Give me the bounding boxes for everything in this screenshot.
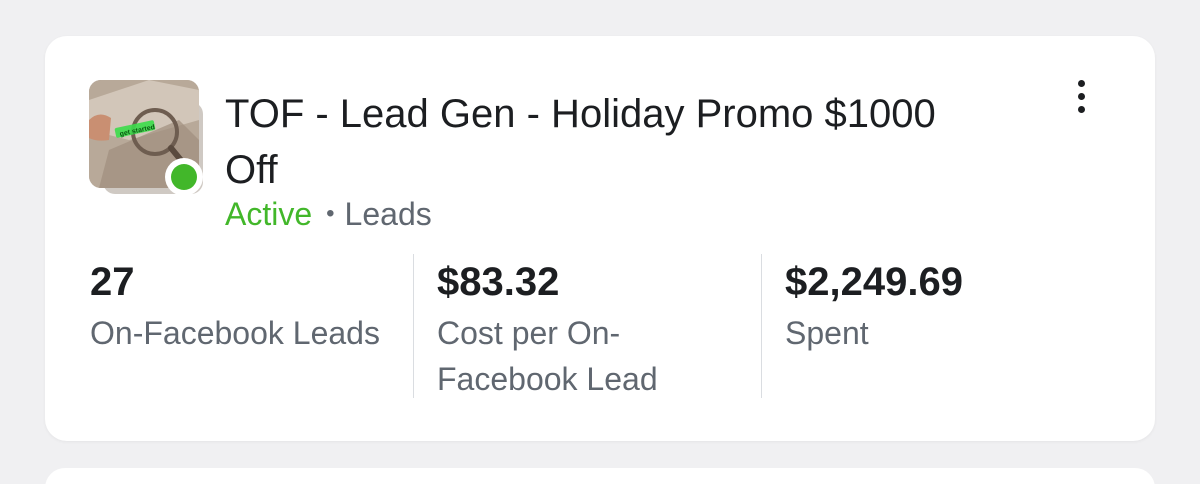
campaign-card[interactable]: get started TOF - Lead Gen - Holiday Pro… [45,36,1155,441]
next-campaign-card[interactable] [45,468,1155,484]
metric-spent[interactable]: $2,249.69 Spent [785,254,1105,400]
metric-cost-per-lead[interactable]: $83.32 Cost per On-Facebook Lead [437,254,727,400]
vertical-ellipsis-icon-dot [1077,105,1085,113]
metrics-row: 27 On-Facebook Leads $83.32 Cost per On-… [45,254,1155,400]
campaign-title[interactable]: TOF - Lead Gen - Holiday Promo $1000 Off [225,86,985,198]
campaign-status-line: Active • Leads [225,192,432,236]
campaign-thumbnail: get started [89,80,205,196]
page: get started TOF - Lead Gen - Holiday Pro… [0,0,1200,484]
metric-value: 27 [90,260,135,304]
metric-leads[interactable]: 27 On-Facebook Leads [90,254,410,400]
metric-label: On-Facebook Leads [90,315,380,351]
metric-label: Cost per On-Facebook Lead [437,315,658,397]
status-badge: Active [225,196,313,232]
vertical-ellipsis-icon-dot [1077,79,1085,87]
metric-label: Spent [785,315,869,351]
active-status-dot [171,164,197,190]
metric-value: $2,249.69 [785,260,963,304]
vertical-ellipsis-icon-dot [1077,92,1085,100]
metric-value: $83.32 [437,260,560,304]
campaign-objective: Leads [344,196,432,232]
separator-dot: • [326,200,335,227]
metric-divider [761,254,762,398]
more-options-button[interactable] [1061,74,1101,118]
metric-divider [413,254,414,398]
